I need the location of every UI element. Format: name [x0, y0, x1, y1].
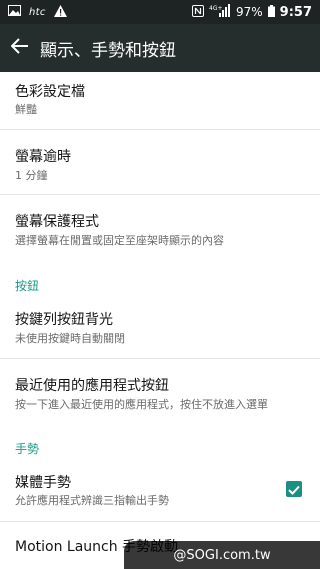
setting-subtitle: 選擇螢幕在閒置或固定至座架時顯示的內容 — [15, 234, 224, 247]
setting-recent-apps-button[interactable]: 最近使用的應用程式按鈕 按一下進入最近使用的應用程式，按住不放進入選單 — [0, 359, 320, 421]
setting-title: 按鍵列按鈕背光 — [15, 312, 113, 328]
page-title: 顯示、手勢和按鈕 — [40, 40, 176, 61]
setting-subtitle: 允許應用程式辨識三指輸出手勢 — [15, 494, 169, 507]
setting-title: 最近使用的應用程式按鈕 — [15, 378, 169, 394]
image-icon — [8, 5, 21, 19]
setting-key-backlight[interactable]: 按鍵列按鈕背光 未使用按鍵時自動關閉 — [0, 297, 320, 359]
clock: 9:57 — [279, 4, 312, 20]
battery-percentage: 97% — [235, 5, 263, 19]
setting-color-profile[interactable]: 色彩設定檔 鮮豔 — [0, 72, 320, 130]
watermark: @SOGI.com.tw — [124, 541, 320, 569]
setting-subtitle: 鮮豔 — [15, 103, 37, 116]
section-header-gestures: 手勢 — [15, 442, 40, 456]
checkmark-icon — [288, 480, 300, 499]
app-bar: 顯示、手勢和按鈕 — [0, 24, 320, 72]
setting-title: 螢幕逾時 — [15, 149, 71, 165]
setting-screen-timeout[interactable]: 螢幕逾時 1 分鐘 — [0, 130, 320, 195]
signal-4g-icon: 4G+ — [209, 4, 231, 20]
setting-screensaver[interactable]: 螢幕保護程式 選擇螢幕在閒置或固定至座架時顯示的內容 — [0, 195, 320, 260]
setting-title: 媒體手勢 — [15, 475, 71, 491]
setting-media-gestures[interactable]: 媒體手勢 允許應用程式辨識三指輸出手勢 — [0, 460, 320, 522]
media-gestures-checkbox[interactable] — [286, 481, 302, 497]
back-button[interactable] — [0, 24, 40, 72]
arrow-back-icon — [10, 38, 29, 58]
section-header-buttons: 按鈕 — [15, 279, 40, 293]
setting-subtitle: 未使用按鍵時自動關閉 — [15, 332, 125, 345]
warning-icon — [53, 4, 67, 20]
setting-title: 螢幕保護程式 — [15, 214, 99, 230]
htc-logo: htc — [29, 6, 46, 18]
setting-title: 色彩設定檔 — [15, 84, 85, 100]
setting-subtitle: 1 分鐘 — [15, 169, 48, 182]
svg-text:4G+: 4G+ — [209, 5, 223, 12]
status-bar: htc 4G+ 97% 9:57 — [0, 0, 320, 24]
battery-icon — [267, 4, 275, 20]
nfc-icon — [191, 4, 204, 20]
setting-subtitle: 按一下進入最近使用的應用程式，按住不放進入選單 — [15, 398, 268, 411]
